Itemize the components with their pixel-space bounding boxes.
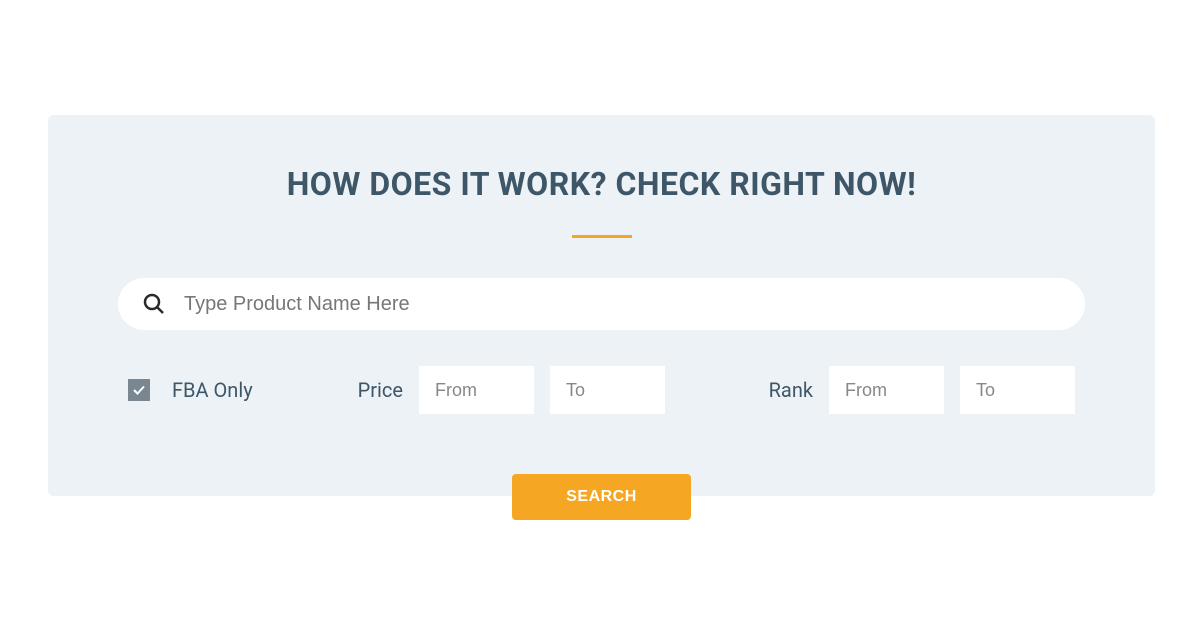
search-input[interactable] — [184, 293, 1061, 316]
rank-filter: Rank — [769, 366, 1075, 414]
rank-from-input[interactable] — [829, 366, 944, 414]
search-icon — [142, 292, 166, 316]
fba-checkbox[interactable] — [128, 379, 150, 401]
price-from-input[interactable] — [419, 366, 534, 414]
rank-label: Rank — [769, 378, 813, 402]
price-to-input[interactable] — [550, 366, 665, 414]
search-panel: HOW DOES IT WORK? CHECK RIGHT NOW! FBA O… — [48, 115, 1155, 496]
divider — [572, 235, 632, 238]
price-filter: Price — [358, 366, 665, 414]
price-label: Price — [358, 378, 403, 402]
fba-filter: FBA Only — [128, 378, 253, 402]
page-title: HOW DOES IT WORK? CHECK RIGHT NOW! — [118, 165, 1085, 203]
search-button[interactable]: SEARCH — [512, 474, 691, 520]
filters-row: FBA Only Price Rank — [118, 366, 1085, 414]
search-bar — [118, 278, 1085, 330]
button-container: SEARCH — [118, 474, 1085, 520]
fba-label: FBA Only — [172, 378, 253, 402]
rank-to-input[interactable] — [960, 366, 1075, 414]
